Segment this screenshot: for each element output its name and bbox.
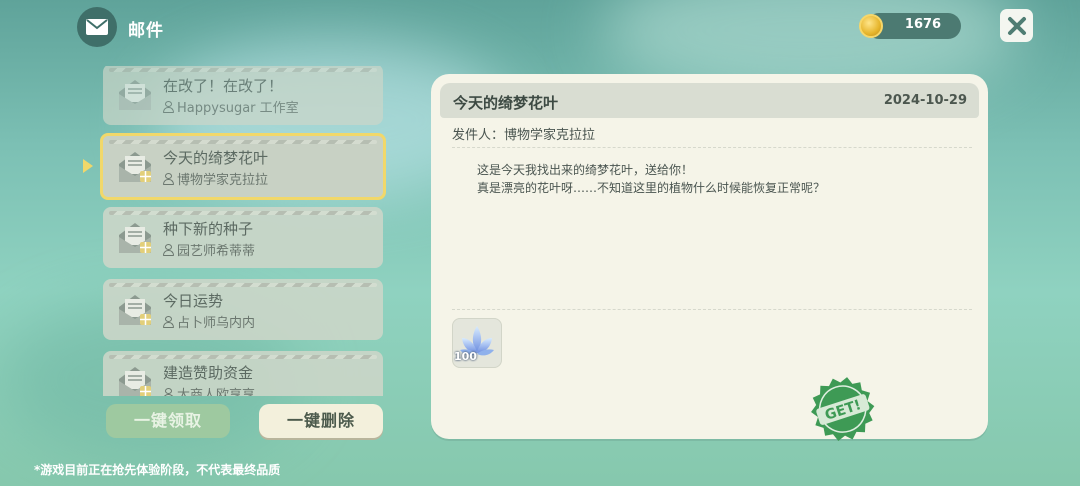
envelope-icon [77,7,117,47]
envelope-gift-icon [119,152,151,182]
page-title: 邮件 [128,21,164,41]
mail-detail-header: 今天的绮梦花叶 2024-10-29 [440,83,979,118]
mail-item-title: 建造赞助资金 [163,364,254,382]
close-button[interactable] [1000,9,1033,42]
mail-item-sender-name: Happysugar 工作室 [177,101,299,116]
mail-item-sender: 占卜师乌内内 [163,312,255,331]
mail-item[interactable]: 种下新的种子 园艺师希蒂蒂 [103,207,383,268]
person-icon [163,100,174,113]
mail-detail-title: 今天的绮梦花叶 [453,94,559,112]
person-icon [163,243,174,256]
envelope-open-icon [119,80,151,110]
mail-item-sender: Happysugar 工作室 [163,97,299,116]
mail-item-sender: 博物学家克拉拉 [163,169,268,188]
divider [452,309,972,310]
reward-item-count: 100 [454,350,477,363]
envelope-gift-icon [119,295,151,325]
mail-detail-sender: 发件人：博物学家克拉拉 [452,128,596,143]
mail-item[interactable]: 建造赞助资金 大商人欧享享 [103,351,383,396]
get-stamp-icon[interactable]: GET! [808,375,878,445]
mail-item[interactable]: 在改了！在改了！ Happysugar 工作室 [103,66,383,125]
delete-all-button[interactable]: 一键删除 [259,404,383,438]
mail-item-sender: 大商人欧享享 [163,384,255,396]
mail-detail-panel: 今天的绮梦花叶 2024-10-29 发件人：博物学家克拉拉 这是今天我找出来的… [431,74,988,439]
mail-item[interactable]: 今日运势 占卜师乌内内 [103,279,383,340]
currency-value: 1676 [904,17,942,32]
mail-detail-date: 2024-10-29 [883,93,967,108]
person-icon [163,172,174,185]
gold-coin-icon [859,14,883,38]
mail-item-selected[interactable]: 今天的绮梦花叶 博物学家克拉拉 [100,133,386,200]
person-icon [163,387,174,396]
mail-detail-body: 这是今天我找出来的绮梦花叶，送给你！ 真是漂亮的花叶呀……不知道这里的植物什么时… [477,163,826,195]
envelope-gift-icon [119,223,151,253]
mail-item-title: 种下新的种子 [163,220,254,238]
close-x-icon [1007,16,1026,35]
mail-item-title: 今日运势 [163,292,224,310]
selection-arrow-icon [83,159,93,173]
envelope-gift-icon [119,367,151,396]
mail-item-sender-name: 园艺师希蒂蒂 [177,244,256,259]
mail-item-title: 在改了！在改了！ [163,77,284,95]
mail-item-sender-name: 博物学家克拉拉 [177,173,269,188]
divider [452,147,972,148]
claim-all-button[interactable]: 一键领取 [106,404,230,438]
mail-item-sender-name: 占卜师乌内内 [177,316,256,331]
disclaimer-text: *游戏目前正在抢先体验阶段，不代表最终品质 [34,463,281,477]
mail-item-title: 今天的绮梦花叶 [163,149,269,167]
mail-item-sender-name: 大商人欧享享 [177,388,256,396]
person-icon [163,315,174,328]
mail-list[interactable]: 在改了！在改了！ Happysugar 工作室 今天的绮梦花叶 博物学家克拉拉 [96,66,396,396]
mail-item-sender: 园艺师希蒂蒂 [163,240,255,259]
